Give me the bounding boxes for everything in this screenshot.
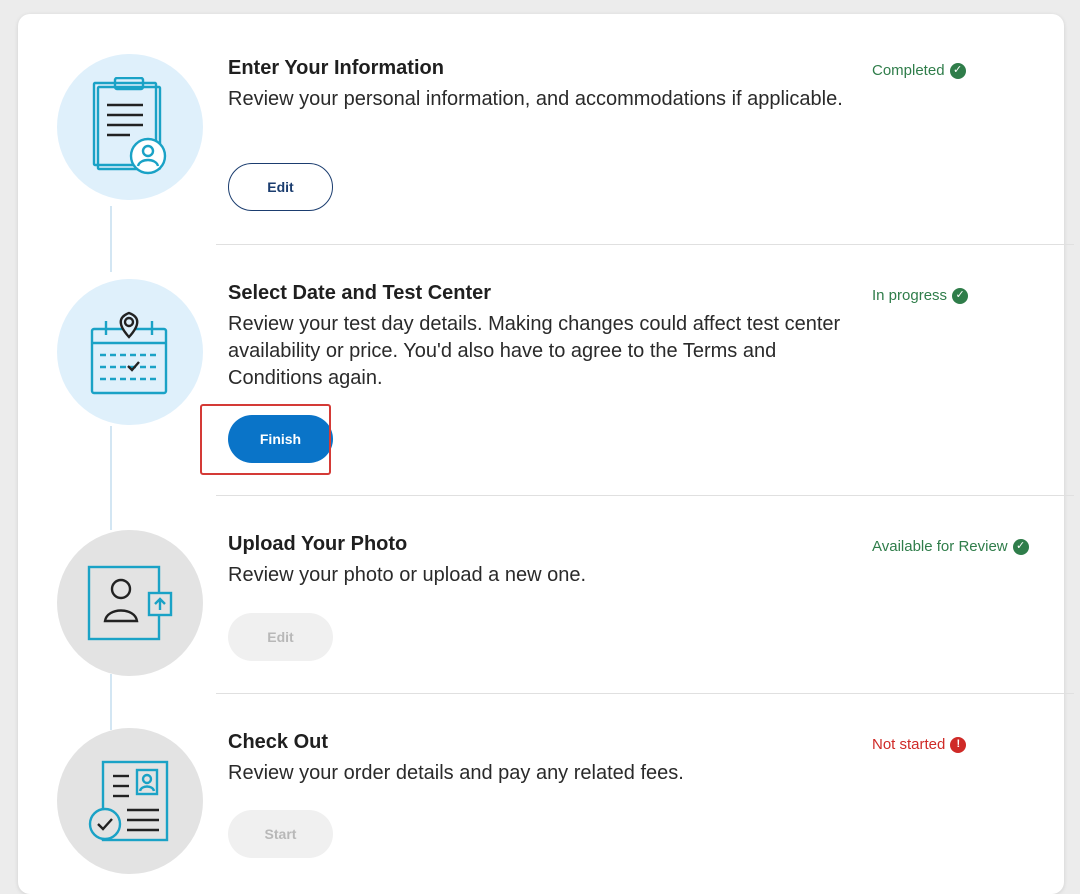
finish-highlight-box [200, 404, 331, 475]
clipboard-user-icon [92, 77, 167, 175]
step-status: In progress ✓ [872, 287, 969, 304]
check-circle-icon: ✓ [1012, 538, 1029, 555]
step-enter-information: Enter Your Information Review your perso… [216, 14, 1074, 244]
step-title: Upload Your Photo [228, 533, 408, 555]
step-3-icon-circle [57, 530, 203, 676]
exclamation-circle-icon: ! [950, 736, 967, 753]
status-label: Completed [872, 62, 945, 79]
step-title: Select Date and Test Center [228, 282, 492, 304]
step-description: Review your order details and pay any re… [228, 762, 684, 784]
step-title: Check Out [228, 731, 329, 753]
step-4-icon-circle [57, 728, 203, 874]
step-status: Not started ! [872, 736, 967, 753]
step-title: Enter Your Information [228, 57, 444, 79]
check-circle-icon: ✓ [949, 62, 966, 79]
step-status: Available for Review ✓ [872, 538, 1029, 555]
step-2-icon-circle [57, 279, 203, 425]
checkout-document-icon [88, 760, 169, 842]
step-1-icon-circle [57, 54, 203, 200]
step-select-date-test-center: Select Date and Test Center Review your … [216, 244, 1074, 496]
photo-upload-icon [87, 565, 173, 641]
step-description: Review your test day details. Making cha… [228, 313, 841, 389]
step-upload-photo: Upload Your Photo Review your photo or u… [216, 495, 1074, 694]
step-check-out: Check Out Review your order details and … [216, 693, 1074, 894]
step-connector [110, 206, 112, 272]
step-description: Review your photo or upload a new one. [228, 564, 587, 586]
status-label: Available for Review [872, 538, 1008, 555]
registration-steps-card: Enter Your Information Review your perso… [18, 14, 1074, 894]
status-label: Not started [872, 736, 946, 753]
step-description: Review your personal information, and ac… [228, 88, 843, 110]
calendar-location-icon [90, 311, 168, 395]
check-circle-icon: ✓ [952, 287, 969, 304]
step-status: Completed ✓ [872, 62, 966, 79]
step-connector [110, 674, 112, 730]
step-connector [110, 426, 112, 530]
edit-photo-button[interactable]: Edit [228, 613, 333, 661]
start-checkout-button[interactable]: Start [228, 810, 333, 858]
status-label: In progress [872, 287, 948, 304]
edit-information-button[interactable]: Edit [228, 163, 333, 211]
